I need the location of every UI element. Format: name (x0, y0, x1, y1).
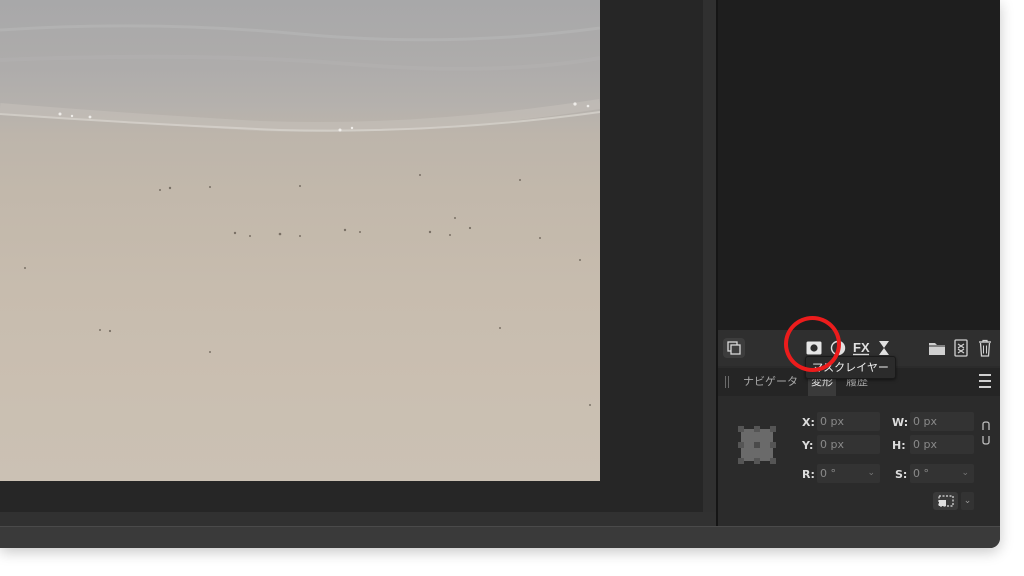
h-field[interactable]: 0 px (910, 435, 974, 454)
s-label: S: (895, 468, 908, 481)
transform-origin-button[interactable] (933, 492, 958, 510)
y-field[interactable]: 0 px (817, 435, 880, 454)
status-bar (0, 526, 1000, 548)
document-image[interactable] (0, 0, 600, 481)
fx-button[interactable]: FX (850, 338, 872, 358)
chevron-down-icon: ⌄ (961, 468, 969, 478)
r-label: R: (802, 468, 815, 481)
mask-layer-button[interactable] (803, 338, 825, 358)
tab-navigator[interactable]: ナビゲータ (743, 368, 798, 396)
beach-photo (0, 24, 600, 406)
mask-layer-tooltip: マスクレイヤー (805, 356, 896, 379)
origin-dropdown-button[interactable]: ⌄ (961, 492, 974, 510)
w-label: W: (892, 416, 909, 429)
rotation-value: 0 ° (820, 467, 836, 480)
folder-icon (929, 342, 945, 355)
group-icon (954, 339, 968, 357)
delete-layer-button[interactable] (974, 338, 996, 358)
panel-menu-button[interactable] (979, 374, 991, 388)
chevron-down-icon: ⌄ (867, 468, 875, 478)
anchor-point-selector[interactable] (737, 425, 777, 465)
live-filter-icon (879, 341, 889, 355)
y-label: Y: (802, 439, 814, 452)
layers-toggle-icon (727, 341, 741, 355)
panel-grip-handle[interactable] (725, 376, 729, 388)
chevron-down-icon: ⌄ (963, 496, 972, 506)
fx-icon: FX (853, 340, 870, 356)
x-field[interactable]: 0 px (817, 412, 880, 431)
live-filter-button[interactable] (873, 338, 895, 358)
vertical-scrollbar[interactable] (703, 0, 717, 512)
rotation-field[interactable]: 0 ° ⌄ (817, 464, 880, 483)
x-label: X: (802, 416, 815, 429)
adjustment-layer-icon (830, 340, 846, 356)
shear-value: 0 ° (913, 467, 929, 480)
shear-field[interactable]: 0 ° ⌄ (910, 464, 974, 483)
mask-layer-icon (806, 341, 822, 355)
transform-origin-icon (937, 495, 954, 507)
app-window: FX ナビゲータ 変形 履歴 マスクレイヤー X: 0 px Y: 0 px W… (0, 0, 1000, 548)
link-aspect-icon[interactable] (981, 421, 991, 445)
layers-panel[interactable] (718, 0, 1000, 330)
canvas-viewport[interactable] (0, 0, 703, 512)
trash-icon (979, 339, 991, 357)
layers-toggle-button[interactable] (723, 338, 745, 358)
horizontal-scrollbar[interactable] (0, 512, 717, 526)
h-label: H: (892, 439, 906, 452)
add-group-button[interactable] (926, 338, 948, 358)
w-field[interactable]: 0 px (910, 412, 974, 431)
adjustment-layer-button[interactable] (827, 338, 849, 358)
svg-text:FX: FX (853, 340, 870, 355)
add-pixel-layer-button[interactable] (950, 338, 972, 358)
